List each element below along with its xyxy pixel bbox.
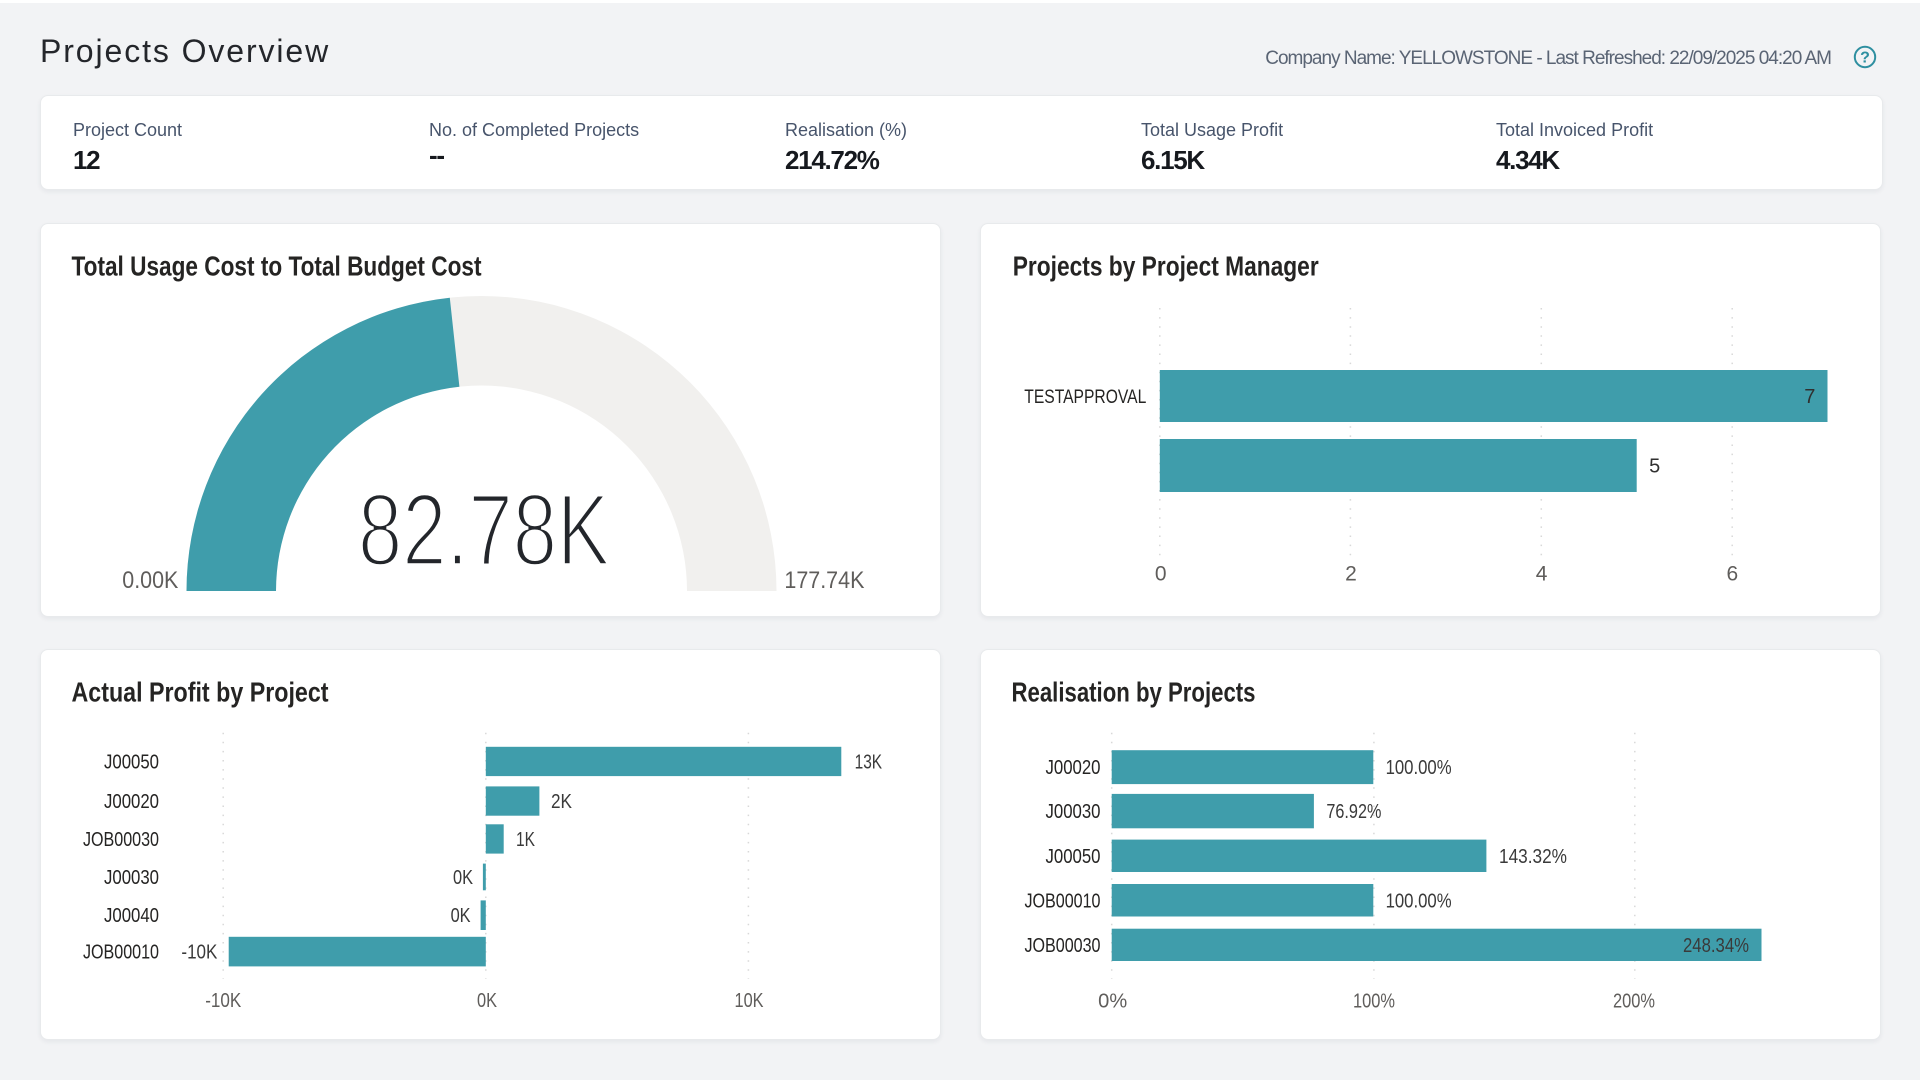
svg-text:1K: 1K — [516, 829, 536, 851]
svg-text:JOB00010: JOB00010 — [83, 942, 159, 964]
svg-text:-10K: -10K — [181, 942, 218, 964]
svg-text:200%: 200% — [1613, 991, 1655, 1013]
svg-text:JOB00030: JOB00030 — [83, 829, 159, 851]
svg-text:0K: 0K — [477, 990, 498, 1012]
svg-text:10K: 10K — [735, 990, 765, 1012]
svg-text:J00020: J00020 — [104, 791, 159, 813]
svg-text:J00030: J00030 — [1046, 801, 1101, 823]
svg-text:Total Usage Cost to Total Budg: Total Usage Cost to Total Budget Cost — [72, 251, 482, 282]
svg-text:JOB00030: JOB00030 — [1025, 935, 1101, 957]
svg-text:J00050: J00050 — [104, 752, 159, 774]
svg-text:JOB00010: JOB00010 — [1025, 890, 1101, 912]
svg-text:100.00%: 100.00% — [1386, 757, 1452, 779]
svg-text:100%: 100% — [1353, 991, 1395, 1013]
svg-text:7: 7 — [1804, 386, 1815, 408]
svg-text:?: ? — [1860, 50, 1870, 67]
svg-text:Actual Profit by Project: Actual Profit by Project — [72, 677, 329, 708]
svg-text:0.00K: 0.00K — [122, 567, 178, 594]
svg-text:Realisation by Projects: Realisation by Projects — [1012, 677, 1256, 708]
svg-text:J00030: J00030 — [104, 867, 159, 889]
svg-text:5: 5 — [1649, 456, 1660, 478]
svg-text:0: 0 — [1155, 563, 1167, 586]
svg-text:13K: 13K — [855, 752, 883, 774]
svg-text:J00040: J00040 — [104, 905, 159, 927]
svg-text:177.74K: 177.74K — [784, 567, 864, 594]
svg-text:-10K: -10K — [205, 990, 242, 1012]
svg-text:J00050: J00050 — [1046, 846, 1101, 868]
svg-text:0K: 0K — [451, 905, 472, 927]
svg-text:J00020: J00020 — [1046, 757, 1101, 779]
svg-text:100.00%: 100.00% — [1386, 890, 1452, 912]
svg-text:0%: 0% — [1098, 991, 1127, 1013]
svg-text:2: 2 — [1345, 563, 1357, 586]
svg-text:82.78K: 82.78K — [358, 473, 610, 587]
svg-text:76.92%: 76.92% — [1326, 801, 1381, 823]
svg-text:143.32%: 143.32% — [1499, 846, 1567, 868]
svg-text:6: 6 — [1727, 563, 1739, 586]
svg-text:0K: 0K — [453, 867, 474, 889]
svg-text:TESTAPPROVAL: TESTAPPROVAL — [1024, 387, 1146, 408]
svg-text:2K: 2K — [551, 791, 573, 813]
svg-text:4: 4 — [1536, 563, 1548, 586]
svg-text:Projects by Project Manager: Projects by Project Manager — [1013, 251, 1319, 282]
svg-text:248.34%: 248.34% — [1683, 935, 1749, 957]
